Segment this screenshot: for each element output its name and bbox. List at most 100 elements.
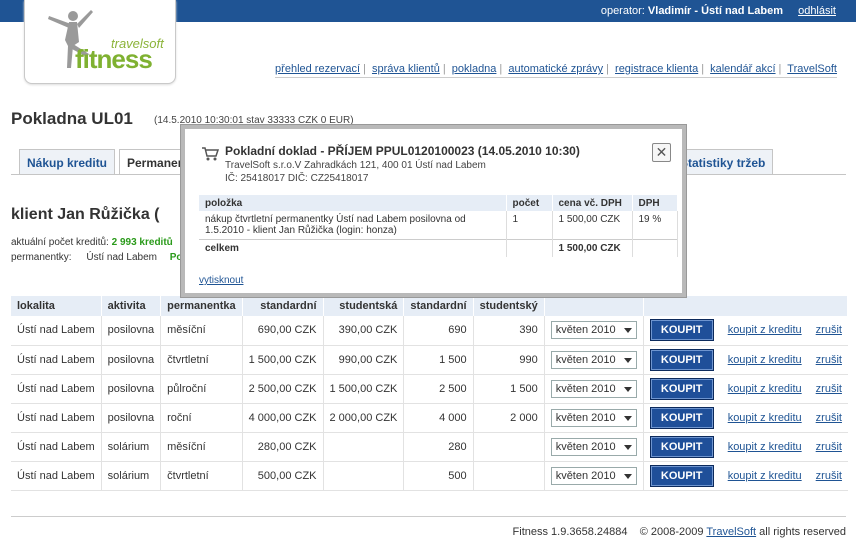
- tab-buy-credit[interactable]: Nákup kreditu: [19, 149, 116, 174]
- logo[interactable]: travelsoft fitness: [24, 0, 176, 84]
- tab-passes[interactable]: Permanentky: [119, 149, 189, 174]
- nav-clients[interactable]: správa klientů: [372, 63, 440, 75]
- passes-label: permanentky:: [11, 252, 72, 263]
- buy-with-credit-link[interactable]: koupit z kreditu: [728, 470, 802, 482]
- passes-table: lokalita aktivita permanentka standardní…: [11, 296, 849, 491]
- logout-link[interactable]: odhlásit: [798, 5, 836, 17]
- credit-student-cell: [473, 432, 545, 462]
- activity-cell: posilovna: [101, 316, 162, 346]
- receipt-col-vat: DPH: [632, 195, 678, 211]
- chevron-down-icon: [623, 473, 632, 479]
- credit-standard-cell: 1 500: [403, 345, 474, 375]
- operator-label: operator:: [600, 5, 645, 17]
- cancel-link[interactable]: zrušit: [816, 354, 842, 366]
- col-actions: [643, 296, 849, 316]
- cancel-link[interactable]: zrušit: [816, 324, 842, 336]
- chevron-down-icon: [623, 386, 632, 392]
- nav-travelsoft[interactable]: TravelSoft: [787, 63, 837, 75]
- buy-button[interactable]: KOUPIT: [649, 435, 714, 458]
- credit-standard-cell: 500: [403, 461, 474, 491]
- nav-cashdesk[interactable]: pokladna: [452, 63, 497, 75]
- receipt-item-count: 1: [506, 211, 553, 240]
- table-row: Ústí nad Labem posilovna čtvrtletní 1 500,0…: [11, 345, 848, 375]
- month-select[interactable]: květen 2010: [550, 350, 637, 369]
- tab-sales-stats[interactable]: Statistiky tržeb: [672, 149, 774, 174]
- activity-cell: posilovna: [101, 345, 162, 375]
- actions-cell: KOUPIT koupit z kreditu zrušit: [643, 374, 848, 404]
- activity-cell: posilovna: [101, 374, 162, 404]
- pass-cell: čtvrtletní: [160, 345, 243, 375]
- cancel-link[interactable]: zrušit: [816, 441, 842, 453]
- pass-cell: měsíční: [160, 432, 243, 462]
- chevron-down-icon: [623, 357, 632, 363]
- receipt-item-row: nákup čtvrtletní permanentky Ústí nad La…: [199, 211, 678, 240]
- price-student-cell: [323, 432, 405, 462]
- month-select-value: květen 2010: [555, 324, 616, 337]
- main-nav: přehled rezervací | správa klientů | pokla…: [275, 63, 837, 78]
- receipt-item-price: 1 500,00 CZK: [552, 211, 633, 240]
- location-cell: Ústí nad Labem: [11, 316, 102, 346]
- price-standard-cell: 690,00 CZK: [242, 316, 324, 346]
- price-student-cell: 390,00 CZK: [323, 316, 405, 346]
- receipt-ids: IČ: 25418017 DIČ: CZ25418017: [225, 173, 369, 184]
- footer-rights: all rights reserved: [759, 526, 846, 538]
- activity-cell: solárium: [101, 461, 162, 491]
- location-cell: Ústí nad Labem: [11, 374, 102, 404]
- buy-with-credit-link[interactable]: koupit z kreditu: [728, 441, 802, 453]
- nav-client-registration[interactable]: registrace klienta: [615, 63, 698, 75]
- nav-auto-messages[interactable]: automatické zprávy: [508, 63, 603, 75]
- location-cell: Ústí nad Labem: [11, 432, 102, 462]
- footer-copyright: © 2008-2009: [639, 526, 704, 538]
- price-student-cell: 2 000,00 CZK: [323, 403, 405, 433]
- month-select[interactable]: květen 2010: [550, 379, 637, 398]
- passes-location: Ústí nad Labem: [86, 252, 157, 263]
- col-pass: permanentka: [160, 296, 243, 316]
- actions-cell: KOUPIT koupit z kreditu zrušit: [643, 316, 848, 346]
- buy-button[interactable]: KOUPIT: [649, 319, 714, 342]
- month-select-value: květen 2010: [555, 382, 616, 395]
- credit-student-cell: [473, 461, 545, 491]
- table-row: Ústí nad Labem posilovna půlroční 2 500,00 …: [11, 374, 848, 404]
- cancel-link[interactable]: zrušit: [816, 383, 842, 395]
- location-cell: Ústí nad Labem: [11, 345, 102, 375]
- pass-cell: čtvrtletní: [160, 461, 243, 491]
- buy-button[interactable]: KOUPIT: [649, 406, 714, 429]
- month-cell: květen 2010: [544, 461, 644, 491]
- nav-reservations[interactable]: přehled rezervací: [275, 63, 360, 75]
- price-student-cell: [323, 461, 405, 491]
- col-price-standard: standardní: [242, 296, 324, 316]
- receipt-dialog: Pokladní doklad - PŘÍJEM PPUL0120100023 …: [181, 125, 686, 297]
- buy-with-credit-link[interactable]: koupit z kreditu: [728, 324, 802, 336]
- buy-with-credit-link[interactable]: koupit z kreditu: [728, 383, 802, 395]
- buy-button[interactable]: KOUPIT: [649, 464, 714, 487]
- buy-button[interactable]: KOUPIT: [649, 377, 714, 400]
- nav-events-calendar[interactable]: kalendář akcí: [710, 63, 775, 75]
- month-select[interactable]: květen 2010: [550, 408, 637, 427]
- receipt-address: TravelSoft s.r.o.V Zahradkách 121, 400 0…: [225, 160, 486, 171]
- cancel-link[interactable]: zrušit: [816, 470, 842, 482]
- buy-with-credit-link[interactable]: koupit z kreditu: [728, 412, 802, 424]
- print-link[interactable]: vytisknout: [199, 275, 243, 286]
- buy-with-credit-link[interactable]: koupit z kreditu: [728, 354, 802, 366]
- cancel-link[interactable]: zrušit: [816, 412, 842, 424]
- month-cell: květen 2010: [544, 316, 644, 346]
- chevron-down-icon: [623, 415, 632, 421]
- month-select-value: květen 2010: [555, 469, 616, 482]
- page-title: Pokladna UL01: [11, 109, 133, 128]
- chevron-down-icon: [623, 444, 632, 450]
- buy-button[interactable]: KOUPIT: [649, 348, 714, 371]
- col-price-student: studentská: [323, 296, 405, 316]
- receipt-table: položka počet cena vč. DPH DPH nákup čtv…: [199, 195, 678, 257]
- price-student-cell: 990,00 CZK: [323, 345, 405, 375]
- activity-cell: solárium: [101, 432, 162, 462]
- close-icon[interactable]: ✕: [652, 143, 671, 162]
- month-select[interactable]: květen 2010: [550, 466, 637, 485]
- col-activity: aktivita: [101, 296, 162, 316]
- table-row: Ústí nad Labem solárium měsíční 280,00 CZK 2…: [11, 432, 848, 462]
- footer-company-link[interactable]: TravelSoft: [706, 526, 756, 538]
- month-select[interactable]: květen 2010: [550, 437, 637, 456]
- month-cell: květen 2010: [544, 432, 644, 462]
- credit-standard-cell: 2 500: [403, 374, 474, 404]
- price-standard-cell: 1 500,00 CZK: [242, 345, 324, 375]
- month-select[interactable]: květen 2010: [550, 321, 637, 340]
